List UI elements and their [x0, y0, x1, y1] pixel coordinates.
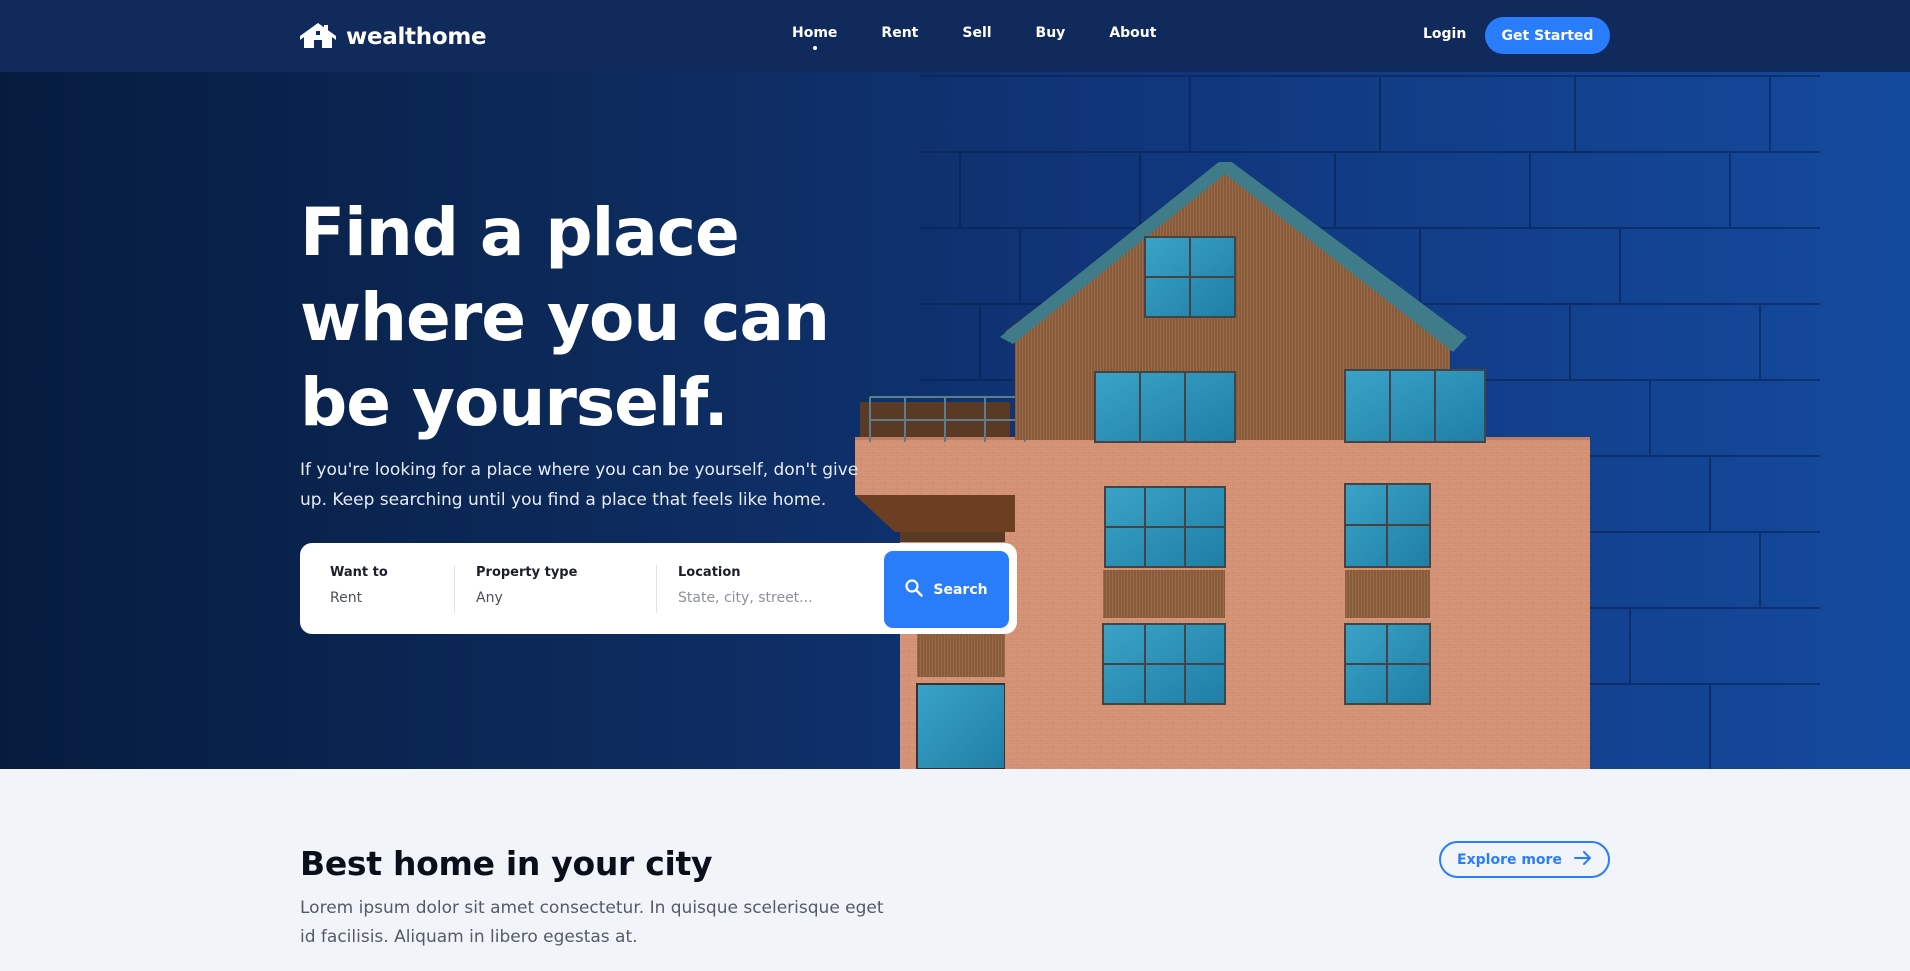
want-to-select[interactable]: Want to Rent	[330, 565, 450, 606]
property-type-select[interactable]: Property type Any	[476, 565, 646, 606]
want-to-label: Want to	[330, 565, 388, 580]
property-type-value: Any	[476, 590, 503, 606]
section-title: Best home in your city	[300, 844, 713, 883]
location-input[interactable]: State, city, street...	[678, 590, 868, 606]
field-divider	[454, 565, 455, 613]
nav-item-rent[interactable]: Rent	[859, 25, 940, 41]
nav-item-buy[interactable]: Buy	[1014, 25, 1088, 41]
hero-title: Find a place where you can be yourself.	[300, 190, 920, 445]
search-button-label: Search	[933, 581, 988, 598]
explore-more-label: Explore more	[1457, 851, 1562, 868]
section-description-line: id facilisis. Aliquam in libero egestas …	[300, 927, 638, 947]
hero-title-line: Find a place	[300, 194, 740, 271]
search-button[interactable]: Search	[884, 551, 1009, 628]
nav-item-sell[interactable]: Sell	[940, 25, 1013, 41]
search-icon	[905, 578, 924, 601]
explore-more-button[interactable]: Explore more	[1439, 841, 1610, 878]
section-description-line: Lorem ipsum dolor sit amet consectetur. …	[300, 898, 884, 918]
get-started-button[interactable]: Get Started	[1485, 17, 1610, 54]
hero-subtitle-line: If you're looking for a place where you …	[300, 460, 859, 480]
hero-subtitle: If you're looking for a place where you …	[300, 455, 860, 515]
hero-title-line: where you can	[300, 279, 830, 356]
house-logo-icon	[300, 22, 336, 52]
property-type-label: Property type	[476, 565, 578, 580]
nav-item-about[interactable]: About	[1087, 25, 1178, 41]
top-navbar: wealthome Home Rent Sell Buy About Login…	[0, 0, 1910, 72]
nav-links: Home Rent Sell Buy About	[770, 25, 1178, 50]
section-description: Lorem ipsum dolor sit amet consectetur. …	[300, 894, 900, 952]
want-to-value: Rent	[330, 590, 363, 606]
arrow-right-icon	[1573, 850, 1592, 869]
login-link[interactable]: Login	[1423, 26, 1466, 42]
search-form: Want to Rent Property type Any Location …	[300, 543, 1017, 634]
field-divider	[656, 565, 657, 613]
hero-subtitle-line: up. Keep searching until you find a plac…	[300, 490, 827, 510]
brand-name: wealthome	[346, 24, 487, 50]
best-home-section: Best home in your city Lorem ipsum dolor…	[0, 769, 1910, 971]
brand-logo[interactable]: wealthome	[300, 22, 487, 52]
hero-title-line: be yourself.	[300, 364, 729, 441]
location-label: Location	[678, 565, 741, 580]
building-image	[855, 162, 1590, 769]
hero-section: Find a place where you can be yourself. …	[0, 72, 1910, 769]
location-field[interactable]: Location State, city, street...	[678, 565, 868, 606]
nav-item-home[interactable]: Home	[770, 25, 859, 50]
